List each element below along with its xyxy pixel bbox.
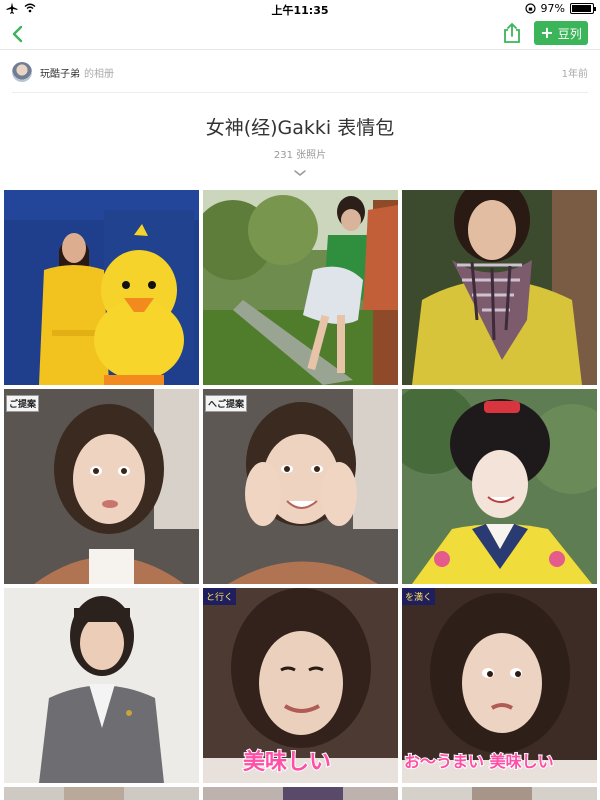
- owner-divider: [12, 92, 588, 93]
- photo-thumb[interactable]: [4, 588, 199, 783]
- photo-thumb[interactable]: [4, 787, 199, 800]
- photo-thumb[interactable]: [402, 190, 597, 385]
- status-right: 97%: [524, 2, 596, 15]
- nav-divider: [0, 49, 600, 50]
- photo-thumb[interactable]: [4, 190, 199, 385]
- photo-image: [402, 389, 597, 584]
- status-bar: 上午11:35 97%: [0, 0, 600, 18]
- photo-image: [203, 787, 398, 800]
- share-icon[interactable]: [500, 21, 524, 45]
- photo-thumb[interactable]: [402, 389, 597, 584]
- album-title: 女神(经)Gakki 表情包: [205, 117, 395, 139]
- chevron-down-icon[interactable]: [292, 168, 308, 178]
- nav-bar: + 豆列: [0, 18, 600, 50]
- photo-count: 231 张照片: [273, 150, 327, 161]
- photo-image: [402, 787, 597, 800]
- battery-percent: 97%: [540, 2, 565, 15]
- photo-thumb[interactable]: [402, 787, 597, 800]
- orientation-lock-icon: [524, 3, 536, 14]
- photo-thumb[interactable]: ご提案: [4, 389, 199, 584]
- corner-caption: を満く: [402, 588, 436, 605]
- album-timestamp: 1年前: [561, 68, 588, 80]
- photo-image: [4, 190, 199, 385]
- photo-caption: 美味しい: [242, 749, 332, 776]
- program-badge: へご提案: [205, 395, 248, 412]
- photo-thumb[interactable]: [203, 190, 398, 385]
- status-time: 上午11:35: [271, 4, 329, 17]
- owner-name[interactable]: 玩酷子弟: [40, 65, 80, 80]
- photo-thumb[interactable]: [203, 787, 398, 800]
- doulie-label: 豆列: [557, 26, 582, 41]
- corner-caption: と行く: [203, 588, 237, 605]
- battery-icon: [570, 3, 596, 14]
- photo-image: [4, 787, 199, 800]
- photo-image: [4, 588, 199, 783]
- album-owner-row: 玩酷子弟 的相册 1年前: [12, 60, 588, 84]
- photo-thumb[interactable]: と行く 美味しい: [203, 588, 398, 783]
- program-badge: ご提案: [6, 395, 40, 412]
- plus-icon: +: [540, 23, 554, 42]
- photo-caption: お〜うまい 美味しい: [403, 751, 555, 772]
- photo-image: [203, 389, 398, 584]
- doulie-button[interactable]: + 豆列: [534, 21, 588, 45]
- photo-image: [203, 190, 398, 385]
- photo-thumb[interactable]: へご提案: [203, 389, 398, 584]
- chevron-left-icon[interactable]: [8, 23, 28, 45]
- photo-image: [402, 190, 597, 385]
- avatar[interactable]: [12, 62, 32, 82]
- photo-image: [4, 389, 199, 584]
- owner-album-suffix: 的相册: [84, 68, 114, 80]
- photo-thumb[interactable]: を満く お〜うまい 美味しい: [402, 588, 597, 783]
- battery-fill: [572, 5, 591, 12]
